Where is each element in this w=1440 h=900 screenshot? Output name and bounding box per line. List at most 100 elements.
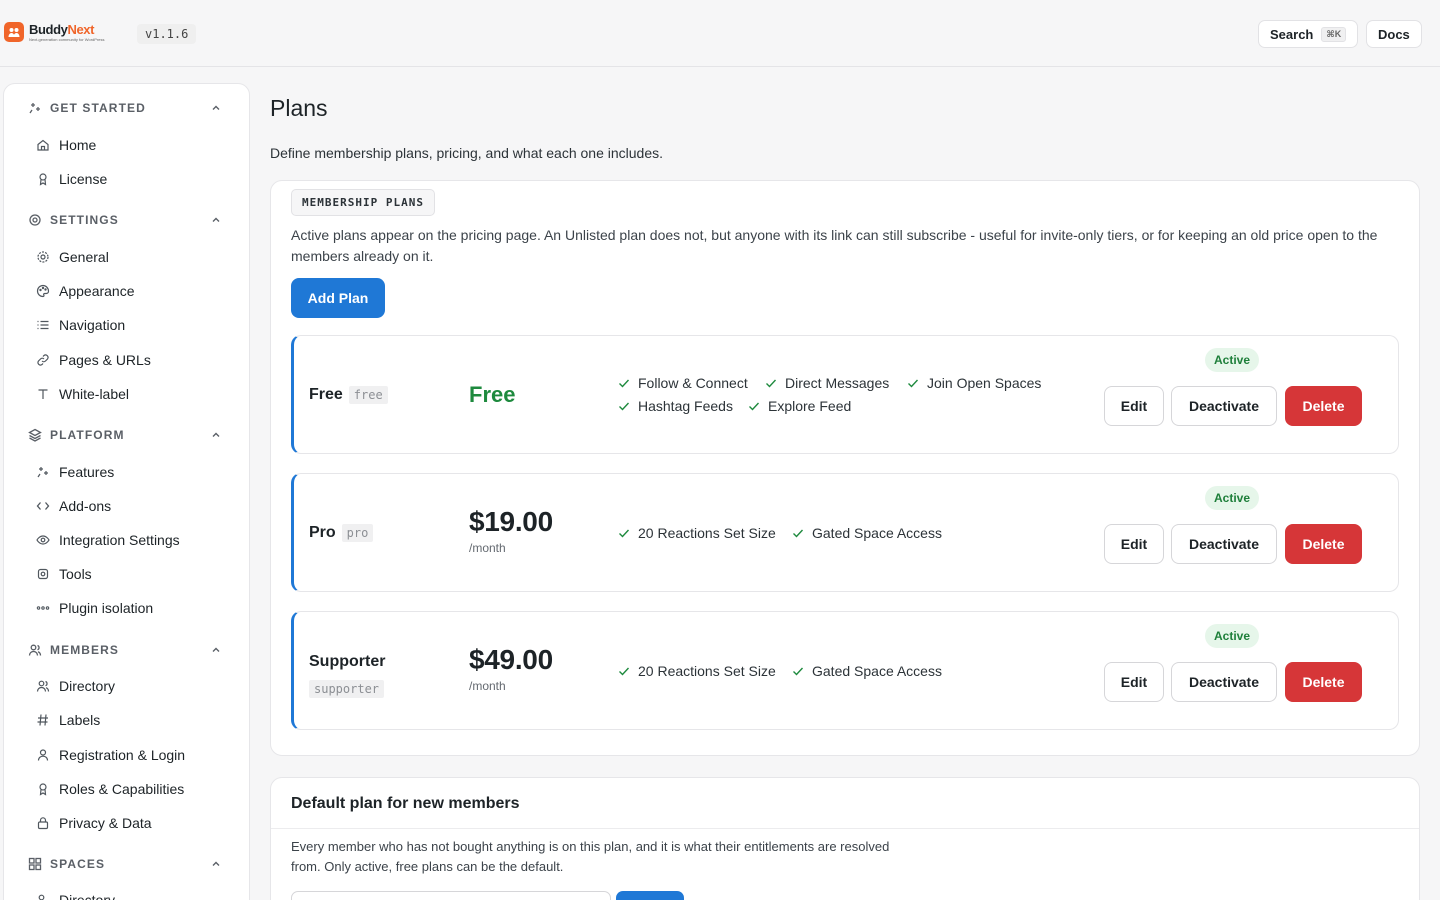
chevron-up-icon	[210, 429, 222, 441]
section-settings[interactable]: SETTINGS	[4, 208, 249, 232]
default-plan-help-text: Every member who has not bought anything…	[291, 839, 890, 874]
delete-plan-button[interactable]: Delete	[1285, 386, 1362, 426]
feature-item: Hashtag Feeds	[617, 398, 733, 414]
sidebar-item-plugin-isolation[interactable]: Plugin isolation	[4, 594, 249, 622]
chevron-up-icon	[210, 644, 222, 656]
app-logo[interactable]: BuddyNext Next-generation community for …	[4, 22, 105, 42]
sidebar-item-privacy-data[interactable]: Privacy & Data	[4, 809, 249, 837]
check-icon	[619, 379, 630, 388]
section-platform[interactable]: PLATFORM	[4, 423, 249, 447]
sidebar-item-pages-urls[interactable]: Pages & URLs	[4, 346, 249, 374]
deactivate-plan-button[interactable]: Deactivate	[1171, 386, 1277, 426]
award-icon	[36, 782, 50, 796]
page-title: Plans	[270, 95, 328, 121]
sidebar-item-appearance[interactable]: Appearance	[4, 277, 249, 305]
gear-icon	[28, 213, 42, 227]
edit-plan-button[interactable]: Edit	[1104, 386, 1164, 426]
section-tag: MEMBERSHIP PLANS	[291, 189, 435, 216]
sidebar-item-roles-capabilities[interactable]: Roles & Capabilities	[4, 775, 249, 803]
sparkles-icon	[36, 465, 50, 479]
plan-name: Supporter	[309, 653, 386, 670]
edit-plan-button[interactable]: Edit	[1104, 524, 1164, 564]
user-icon	[36, 748, 50, 762]
buddynext-logo-icon	[4, 22, 24, 42]
feature-item: Gated Space Access	[791, 663, 942, 679]
deactivate-plan-button[interactable]: Deactivate	[1171, 662, 1277, 702]
default-plan-select[interactable]	[291, 891, 611, 900]
edit-plan-button[interactable]: Edit	[1104, 662, 1164, 702]
version-badge: v1.1.6	[137, 24, 197, 44]
sidebar-item-tools[interactable]: Tools	[4, 560, 249, 588]
chevron-up-icon	[210, 214, 222, 226]
status-badge: Active	[1205, 348, 1260, 372]
feature-item: Join Open Spaces	[906, 375, 1041, 391]
plan-row-supporter: Supporter supporter $49.00 /month 20 Rea…	[291, 611, 1399, 730]
eye-icon	[36, 533, 50, 547]
default-plan-title: Default plan for new members	[291, 795, 520, 812]
deactivate-plan-button[interactable]: Deactivate	[1171, 524, 1277, 564]
plan-slug: free	[348, 386, 388, 404]
home-icon	[36, 138, 50, 152]
plan-period: /month	[469, 679, 506, 693]
save-default-plan-button[interactable]	[616, 891, 684, 900]
check-icon	[619, 667, 630, 676]
sidebar-item-features[interactable]: Features	[4, 458, 249, 486]
code-icon	[36, 499, 50, 513]
default-plan-card: Default plan for new members Every membe…	[270, 777, 1420, 900]
grid-icon	[28, 857, 42, 871]
feature-item: Explore Feed	[747, 398, 851, 414]
sidebar-item-add-ons[interactable]: Add-ons	[4, 492, 249, 520]
lock-icon	[36, 816, 50, 830]
search-button[interactable]: Search ⌘K	[1258, 20, 1359, 48]
section-get-started[interactable]: GET STARTED	[4, 96, 249, 120]
status-badge: Active	[1205, 624, 1260, 648]
sidebar-item-navigation[interactable]: Navigation	[4, 311, 249, 339]
sidebar-item-spaces-directory[interactable]: Directory	[4, 886, 249, 900]
check-icon	[766, 379, 777, 388]
docs-button[interactable]: Docs	[1366, 20, 1422, 48]
delete-plan-button[interactable]: Delete	[1285, 662, 1362, 702]
top-bar: BuddyNext Next-generation community for …	[0, 0, 1440, 67]
search-label: Search	[1270, 26, 1314, 42]
check-icon	[619, 402, 630, 411]
sidebar-item-integration-settings[interactable]: Integration Settings	[4, 526, 249, 554]
sidebar-item-labels[interactable]: Labels	[4, 706, 249, 734]
check-icon	[619, 529, 630, 538]
hash-icon	[36, 713, 50, 727]
chevron-up-icon	[210, 858, 222, 870]
card-divider	[271, 828, 1419, 829]
add-plan-button[interactable]: Add Plan	[291, 278, 385, 318]
brand-name: BuddyNext	[29, 21, 95, 37]
plan-name: Free free	[309, 386, 388, 404]
feature-item: Follow & Connect	[617, 375, 748, 391]
chevron-up-icon	[210, 102, 222, 114]
layers-icon	[28, 428, 42, 442]
plans-help-text: Active plans appear on the pricing page.…	[291, 227, 1378, 264]
status-badge: Active	[1205, 486, 1260, 510]
brand-tagline: Next-generation community for WordPress	[29, 36, 105, 42]
sidebar-item-license[interactable]: License	[4, 165, 249, 193]
plan-slug: supporter	[309, 680, 385, 698]
sparkles-icon	[28, 101, 42, 115]
feature-item: 20 Reactions Set Size	[617, 663, 776, 679]
plan-name: Pro pro	[309, 524, 374, 542]
sidebar-item-general[interactable]: General	[4, 243, 249, 271]
sidebar-item-white-label[interactable]: White-label	[4, 380, 249, 408]
sidebar-item-directory[interactable]: Directory	[4, 672, 249, 700]
section-spaces[interactable]: SPACES	[4, 852, 249, 876]
plan-slug: pro	[341, 524, 374, 542]
section-members[interactable]: MEMBERS	[4, 638, 249, 662]
sidebar-item-registration-login[interactable]: Registration & Login	[4, 741, 249, 769]
users-icon	[28, 643, 42, 657]
palette-icon	[36, 284, 50, 298]
plan-row-pro: Pro pro $19.00 /month 20 Reactions Set S…	[291, 473, 1399, 592]
plan-price: Free	[469, 382, 516, 407]
check-icon	[749, 402, 760, 411]
sidebar-item-home[interactable]: Home	[4, 131, 249, 159]
delete-plan-button[interactable]: Delete	[1285, 524, 1362, 564]
tools-icon	[36, 567, 50, 581]
link-icon	[36, 353, 50, 367]
check-icon	[793, 667, 804, 676]
check-icon	[908, 379, 919, 388]
users-icon	[36, 679, 50, 693]
